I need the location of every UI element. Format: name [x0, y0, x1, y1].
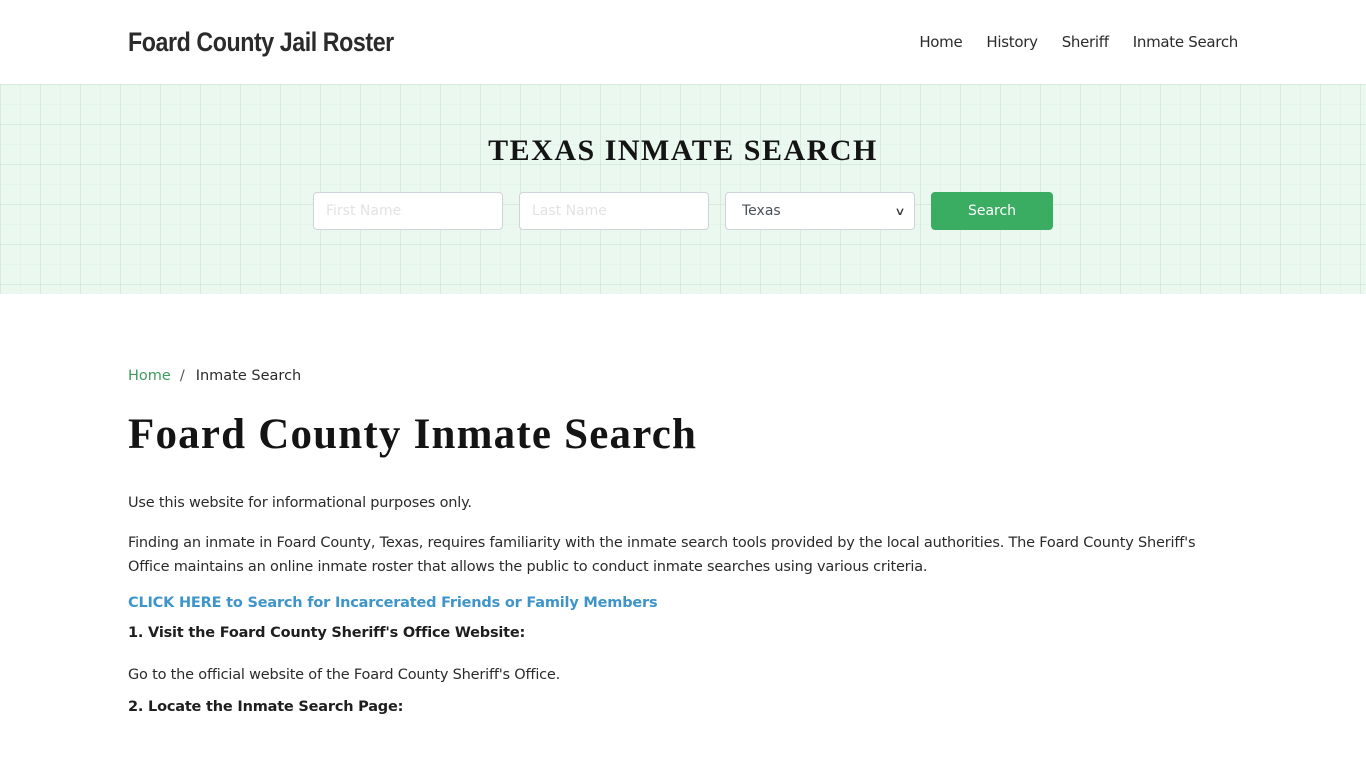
breadcrumb-separator: /	[179, 368, 185, 384]
state-select-value: Texas	[742, 203, 781, 219]
page-title: Foard County Inmate Search	[128, 411, 698, 458]
main-content: Home / Inmate Search Foard County Inmate…	[0, 294, 1366, 715]
description-paragraph: Finding an inmate in Foard County, Texas…	[128, 535, 1196, 575]
hero-title: TEXAS INMATE SEARCH	[488, 134, 878, 167]
main-nav: Home History Sheriff Inmate Search	[895, 33, 1238, 51]
step-2-heading: 2. Locate the Inmate Search Page:	[128, 699, 404, 715]
intro-text: Use this website for informational purpo…	[128, 495, 472, 511]
first-name-input[interactable]	[313, 192, 503, 230]
site-logo[interactable]: Foard County Jail Roster	[128, 27, 394, 58]
search-button[interactable]: Search	[931, 192, 1053, 230]
hero-search-banner: TEXAS INMATE SEARCH Texas ∨ Search	[0, 84, 1366, 294]
state-select[interactable]: Texas ∨	[725, 192, 915, 230]
breadcrumb-home[interactable]: Home	[128, 368, 171, 384]
breadcrumb-current: Inmate Search	[195, 368, 302, 384]
search-cta-link[interactable]: CLICK HERE to Search for Incarcerated Fr…	[128, 595, 1238, 611]
nav-inmate-search[interactable]: Inmate Search	[1133, 33, 1239, 51]
last-name-input[interactable]	[519, 192, 709, 230]
nav-history[interactable]: History	[986, 33, 1038, 51]
site-header: Foard County Jail Roster Home History Sh…	[0, 0, 1366, 84]
chevron-down-icon: ∨	[894, 204, 906, 218]
nav-sheriff[interactable]: Sheriff	[1062, 33, 1109, 51]
breadcrumb: Home / Inmate Search	[128, 368, 1238, 384]
step-1-heading: 1. Visit the Foard County Sheriff's Offi…	[128, 625, 526, 641]
inmate-search-form: Texas ∨ Search	[0, 192, 1366, 230]
article-body: Use this website for informational purpo…	[128, 491, 1238, 715]
step-1-text: Go to the official website of the Foard …	[128, 667, 561, 683]
nav-home[interactable]: Home	[919, 33, 962, 51]
